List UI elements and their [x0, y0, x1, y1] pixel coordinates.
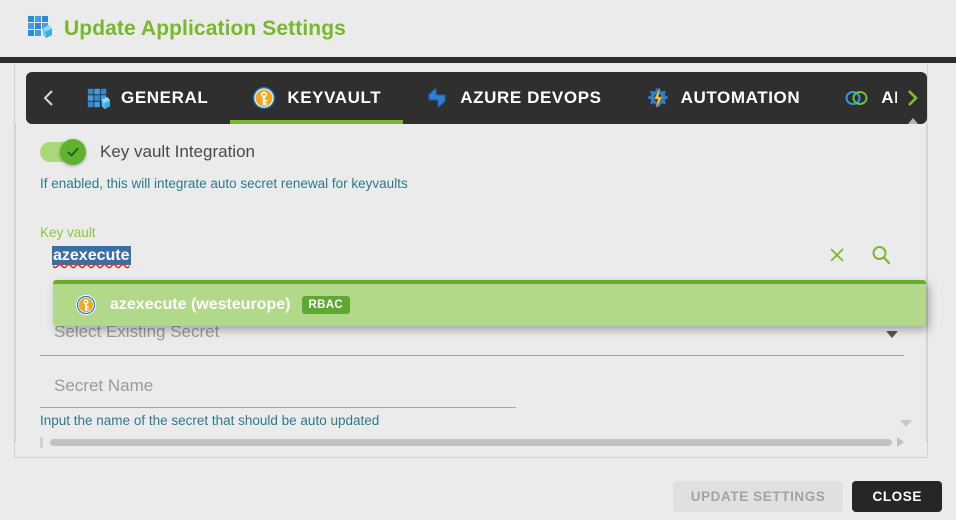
scrollbar-thumb[interactable] — [50, 439, 892, 446]
tab-label: GENERAL — [121, 88, 209, 107]
clear-search-button[interactable] — [828, 246, 846, 269]
check-icon — [67, 147, 79, 157]
dialog-footer: UPDATE SETTINGS CLOSE — [0, 470, 956, 520]
tab-label: AUTOMATION — [680, 88, 801, 107]
keyvault-integration-hint: If enabled, this will integrate auto sec… — [40, 176, 408, 191]
gear-lightning-icon — [646, 86, 670, 110]
tab-label: KEYVAULT — [287, 88, 382, 107]
keyvault-search-row: azexecute — [40, 245, 904, 277]
app-grid-cube-icon — [26, 13, 52, 44]
keyvault-integration-label: Key vault Integration — [100, 142, 255, 161]
tab-scroll-right-button[interactable] — [897, 72, 927, 124]
key-circle-icon — [252, 86, 276, 110]
page-title: Update Application Settings — [64, 16, 346, 40]
secret-name-input[interactable]: Secret Name — [40, 376, 516, 408]
tab-automation[interactable]: AUTOMATION — [624, 72, 823, 124]
tab-general[interactable]: GENERAL — [64, 72, 230, 124]
select-existing-secret-dropdown[interactable]: Select Existing Secret — [40, 322, 904, 356]
keyvault-settings-panel: Key vault Integration If enabled, this w… — [15, 124, 927, 448]
settings-tab-bar: GENERAL KEYVAULT AZURE DEVOPS AUTOMATION… — [26, 72, 927, 124]
keyvault-suggestion-label: azexecute (westeurope) — [110, 296, 291, 313]
chevron-right-icon — [908, 90, 918, 106]
keyvault-integration-toggle[interactable] — [40, 139, 86, 165]
keyvault-suggestion-item[interactable]: azexecute (westeurope) RBAC — [53, 284, 926, 326]
status-badge: RBAC — [301, 295, 350, 315]
keyvault-search-input[interactable]: azexecute — [52, 246, 131, 265]
tab-label: API CON — [881, 88, 897, 107]
search-icon — [872, 246, 891, 265]
close-button[interactable]: CLOSE — [852, 481, 942, 512]
app-grid-cube-icon — [86, 86, 110, 110]
tabs-strip: GENERAL KEYVAULT AZURE DEVOPS AUTOMATION… — [64, 72, 897, 124]
secret-name-hint: Input the name of the secret that should… — [40, 413, 380, 428]
keyvault-integration-row: Key vault Integration — [40, 139, 255, 165]
tab-scroll-left-button[interactable] — [34, 72, 64, 124]
toggle-knob — [60, 139, 86, 165]
keyvault-suggestions-dropdown: azexecute (westeurope) RBAC — [53, 280, 926, 326]
caret-right-icon[interactable] — [897, 437, 904, 447]
tab-azure-devops[interactable]: AZURE DEVOPS — [403, 72, 623, 124]
api-connection-rings-icon — [844, 87, 870, 109]
update-settings-button[interactable]: UPDATE SETTINGS — [672, 481, 844, 512]
tab-keyvault[interactable]: KEYVAULT — [230, 72, 404, 124]
tab-api-connection[interactable]: API CON — [822, 72, 897, 124]
key-circle-icon — [75, 294, 97, 316]
close-x-icon — [830, 248, 844, 262]
secret-name-placeholder: Secret Name — [54, 376, 154, 395]
azure-devops-icon — [425, 86, 449, 110]
content-scroll-down-icon[interactable] — [900, 420, 912, 427]
search-button[interactable] — [870, 244, 892, 271]
tab-label: AZURE DEVOPS — [460, 88, 602, 107]
caret-down-icon — [886, 331, 898, 338]
window-title-bar: Update Application Settings — [0, 0, 956, 57]
chevron-left-icon — [43, 90, 53, 106]
horizontal-scrollbar[interactable] — [40, 435, 904, 449]
keyvault-field-label: Key vault — [40, 225, 96, 240]
